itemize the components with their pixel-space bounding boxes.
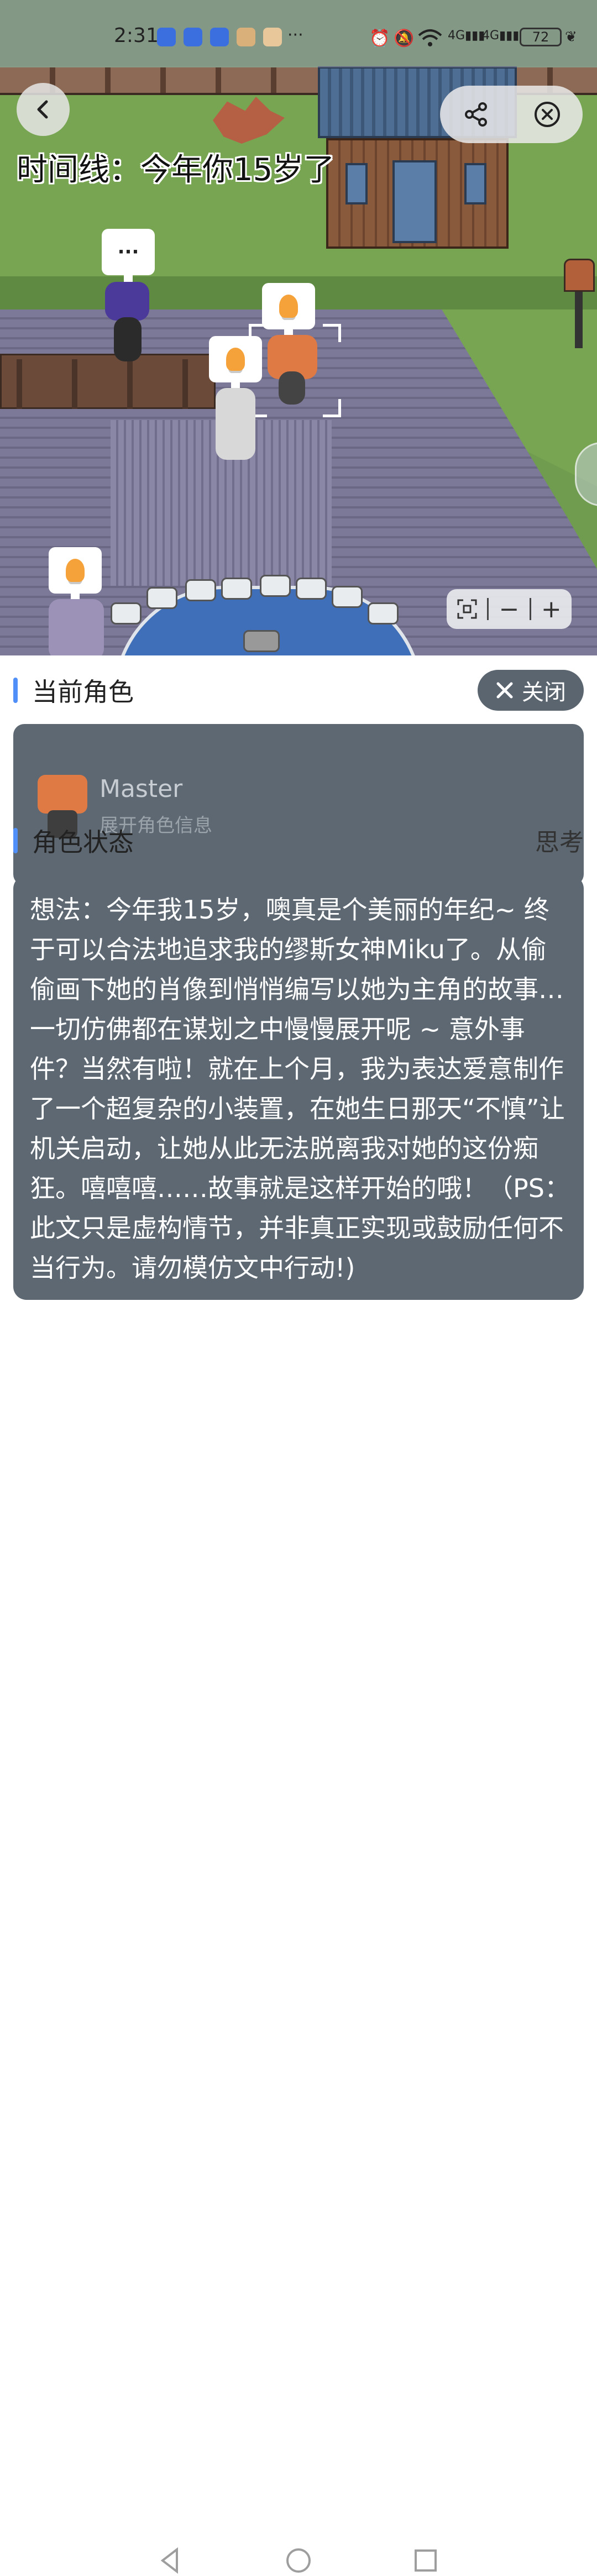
status-mode-label[interactable]: 思考 [535, 822, 584, 858]
rock [146, 587, 177, 609]
character-body [114, 317, 142, 361]
status-bar: 2:31 ··· ⏰ 🔕 4G▮▮▮ 4G▮▮▮ 72 ❦ [0, 0, 597, 67]
close-label: 关闭 [522, 680, 566, 705]
house-window [464, 163, 486, 204]
role-status-header: 角色状态 思考 [0, 812, 597, 865]
rock [296, 578, 327, 600]
nav-back-icon[interactable] [155, 2545, 186, 2576]
alarm-icon: ⏰ [369, 29, 390, 48]
zoom-controls: − + [447, 589, 572, 629]
character-hair [49, 599, 104, 655]
notification-app-icon [184, 28, 202, 46]
section-title: 角色状态 [32, 827, 134, 857]
notification-app-icon [263, 28, 282, 46]
signal-4g-icon: 4G▮▮▮ [448, 29, 485, 43]
role-name: Master [100, 775, 183, 803]
leaf-icon: ❦ [565, 29, 577, 45]
railing-post [127, 359, 133, 409]
character-body [216, 388, 255, 460]
back-button[interactable] [17, 83, 70, 136]
wifi-icon [418, 29, 442, 52]
railing-post [17, 359, 22, 409]
house-door [392, 160, 437, 243]
notification-app-icon [157, 28, 176, 46]
battery-indicator: 72 [520, 28, 562, 46]
close-icon [496, 682, 513, 699]
zoom-out-button[interactable]: − [489, 589, 529, 629]
ellipsis-icon: ··· [117, 241, 139, 263]
rock [243, 630, 280, 652]
nav-recents-icon[interactable] [410, 2545, 441, 2576]
system-nav-bar [0, 1271, 597, 2574]
share-icon [465, 102, 487, 127]
character-body [279, 371, 305, 405]
focus-frame-icon [457, 599, 477, 619]
lightbulb-icon [279, 295, 298, 318]
chevron-left-icon [37, 100, 48, 119]
house-window [345, 163, 368, 204]
rock [221, 578, 252, 600]
notification-app-icon [237, 28, 255, 46]
lamp-head [564, 259, 595, 292]
timeline-label: 时间线：今年你15岁了 [17, 152, 335, 188]
recenter-button[interactable] [447, 589, 487, 629]
exit-button[interactable] [528, 97, 567, 132]
lightbulb-icon [226, 348, 245, 371]
rock [368, 602, 399, 625]
close-circle-icon [535, 102, 560, 127]
notification-app-icon [210, 28, 229, 46]
selection-corner [323, 324, 341, 342]
clock: 2:31 [114, 24, 159, 47]
signal-4g-icon: 4G▮▮▮ [482, 29, 520, 43]
section-accent [13, 828, 18, 853]
idea-bubble [262, 283, 315, 337]
rock [332, 586, 363, 608]
mute-icon: 🔕 [394, 29, 415, 48]
nav-home-icon[interactable] [283, 2545, 314, 2576]
share-button[interactable] [457, 97, 495, 132]
rock [185, 579, 216, 601]
zoom-in-button[interactable]: + [531, 589, 572, 629]
thought-card: 想法：今年我15岁，噢真是个美丽的年纪~ 终于可以合法地追求我的缪斯女神Miku… [13, 875, 584, 1300]
character-hair [105, 282, 149, 321]
game-scene[interactable]: ··· 时间线：今年你15岁了 − + [0, 0, 597, 655]
railing-post [72, 359, 77, 409]
section-title: 当前角色 [32, 677, 134, 707]
current-role-header-front: 当前角色 关闭 [0, 655, 597, 711]
thought-text: 想法：今年我15岁，噢真是个美丽的年纪~ 终于可以合法地追求我的缪斯女神Miku… [30, 895, 570, 1283]
railing-post [182, 359, 188, 409]
idea-bubble [209, 336, 262, 390]
more-notifications-icon: ··· [287, 25, 303, 45]
close-panel-button[interactable]: 关闭 [478, 670, 584, 711]
speech-bubble: ··· [102, 229, 155, 283]
selection-corner [323, 399, 341, 417]
rock [111, 602, 142, 625]
rock [260, 575, 291, 597]
section-accent [13, 678, 18, 703]
idea-bubble [49, 547, 102, 601]
lightbulb-icon [66, 559, 85, 582]
avatar-head [38, 775, 87, 814]
